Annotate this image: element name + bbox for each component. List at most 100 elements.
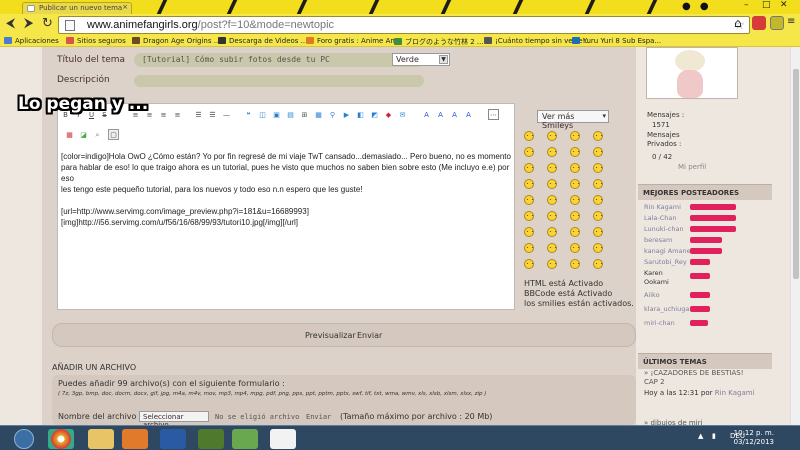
- smiley-icon[interactable]: [524, 179, 534, 189]
- font-size-icon[interactable]: A: [435, 109, 446, 120]
- color-select[interactable]: Verde ▼: [392, 53, 450, 66]
- poster-name[interactable]: Lala-Chan: [644, 214, 677, 222]
- tray-arrow-icon[interactable]: ▲: [698, 432, 703, 440]
- poster-name[interactable]: beresam: [644, 236, 672, 244]
- smiley-icon[interactable]: [547, 163, 557, 173]
- quote-icon[interactable]: ❝: [243, 109, 254, 120]
- reload-icon[interactable]: ↻: [42, 17, 53, 31]
- email-icon[interactable]: ✉: [397, 109, 408, 120]
- table-icon[interactable]: ⊞: [299, 109, 310, 120]
- more-smileys-select[interactable]: Ver más Smileys ▾: [537, 110, 609, 130]
- poster-name[interactable]: Karen Ookami: [644, 269, 684, 287]
- calendar-icon[interactable]: ▦: [64, 129, 75, 140]
- app-icon[interactable]: [270, 429, 296, 449]
- hide-icon[interactable]: ▤: [285, 109, 296, 120]
- menu-icon[interactable]: ≡: [787, 16, 795, 28]
- word-icon[interactable]: [160, 429, 186, 449]
- poster-name[interactable]: Sarutobi_Rey: [644, 258, 687, 266]
- smiley-icon[interactable]: [570, 179, 580, 189]
- code-icon[interactable]: ◫: [257, 109, 268, 120]
- browser-tab[interactable]: Publicar un nuevo tema ×: [22, 2, 132, 14]
- upload-send-button[interactable]: Enviar: [306, 413, 331, 421]
- close-window-icon[interactable]: ✕: [780, 0, 788, 12]
- choose-file-button[interactable]: Seleccionar archivo: [139, 411, 209, 429]
- start-button[interactable]: [14, 429, 34, 449]
- maximize-icon[interactable]: □: [762, 0, 771, 12]
- minimize-icon[interactable]: –: [744, 0, 749, 12]
- poster-name[interactable]: Aiiko: [644, 291, 660, 299]
- smiley-icon[interactable]: [524, 211, 534, 221]
- video-icon[interactable]: ▶: [341, 109, 352, 120]
- smiley-icon[interactable]: [524, 147, 534, 157]
- description-input[interactable]: [134, 75, 424, 87]
- smiley-icon[interactable]: [547, 179, 557, 189]
- smiley-icon[interactable]: [524, 131, 534, 141]
- smiley-icon[interactable]: [547, 195, 557, 205]
- flash-icon[interactable]: ◧: [355, 109, 366, 120]
- chrome-icon[interactable]: [48, 429, 74, 449]
- send-button[interactable]: Enviar: [357, 331, 382, 340]
- minecraft-icon[interactable]: [198, 429, 224, 449]
- title-input[interactable]: [Tutorial] Cómo subir fotos desde tu PC: [134, 53, 424, 67]
- poster-name[interactable]: Rin Kagami: [644, 203, 681, 211]
- smiley-icon[interactable]: [524, 227, 534, 237]
- link-icon[interactable]: ⚲: [327, 109, 338, 120]
- smiley-icon[interactable]: [524, 259, 534, 269]
- bookmark-item[interactable]: Foro gratis : Anime An...: [306, 37, 401, 45]
- smiley-icon[interactable]: [593, 147, 603, 157]
- smiley-icon[interactable]: [547, 243, 557, 253]
- smiley-icon[interactable]: [524, 163, 534, 173]
- search-icon[interactable]: ⌕: [92, 129, 103, 140]
- smiley-icon[interactable]: [570, 147, 580, 157]
- smiley-icon[interactable]: [570, 227, 580, 237]
- forward-arrow-icon[interactable]: ⮞: [24, 17, 33, 31]
- smiley-icon[interactable]: [593, 243, 603, 253]
- bookmark-apps[interactable]: Aplicaciones: [4, 37, 59, 45]
- home-icon[interactable]: ⌂: [734, 16, 742, 30]
- extension-icon[interactable]: [752, 16, 766, 30]
- clock[interactable]: 10:12 p. m. 03/12/2013: [734, 429, 774, 447]
- toggle-mode-icon[interactable]: ▢: [108, 129, 119, 140]
- smiley-icon[interactable]: [570, 211, 580, 221]
- poster-name[interactable]: klara_uchiuga: [644, 305, 689, 313]
- smiley-icon[interactable]: [524, 243, 534, 253]
- smiley-icon[interactable]: [570, 243, 580, 253]
- bookmark-item[interactable]: Dragon Age Origins ...: [132, 37, 220, 45]
- youtube-icon[interactable]: ◆: [383, 109, 394, 120]
- smiley-icon[interactable]: [593, 195, 603, 205]
- smiley-icon[interactable]: [547, 131, 557, 141]
- poster-name[interactable]: miri-chan: [644, 319, 675, 327]
- bookmark-item[interactable]: Descarga de Videos ...: [218, 37, 307, 45]
- smiley-icon[interactable]: [593, 131, 603, 141]
- page-scrollbar[interactable]: [790, 47, 800, 425]
- smiley-icon[interactable]: [593, 259, 603, 269]
- preview-button[interactable]: Previsualizar: [305, 331, 356, 340]
- poster-name[interactable]: kanagi Amane: [644, 247, 691, 255]
- smiley-icon[interactable]: [570, 195, 580, 205]
- more-icon[interactable]: ⋯: [488, 109, 499, 120]
- topic-author[interactable]: Rin Kagami: [715, 389, 755, 397]
- date-icon[interactable]: ◪: [78, 129, 89, 140]
- smiley-icon[interactable]: [524, 195, 534, 205]
- smiley-icon[interactable]: [593, 211, 603, 221]
- message-editor[interactable]: B I U S ≡ ≡ ≡ ≡ ☰ ☰ — ❝ ◫ ▣ ▤ ⊞ ▦ ⚲ ▶ ◧ …: [57, 103, 515, 310]
- folder-icon[interactable]: [88, 429, 114, 449]
- align-justify-icon[interactable]: ≡: [172, 109, 183, 120]
- font-icon[interactable]: A: [421, 109, 432, 120]
- hr-icon[interactable]: —: [221, 109, 232, 120]
- font-color-icon[interactable]: A: [449, 109, 460, 120]
- scrollbar-thumb[interactable]: [793, 69, 799, 279]
- poster-name[interactable]: Lunuki-chan: [644, 225, 684, 233]
- smiley-icon[interactable]: [570, 259, 580, 269]
- latest-topic-link[interactable]: » ¡CAZADORES DE BESTIAS! CAP 2: [644, 369, 754, 387]
- editor-content[interactable]: [color=indigo]Hola OwO ¿Cómo están? Yo p…: [61, 151, 511, 228]
- media-icon[interactable]: ◩: [369, 109, 380, 120]
- image-icon[interactable]: ▦: [313, 109, 324, 120]
- smiley-icon[interactable]: [547, 227, 557, 237]
- address-bar[interactable]: www.animefangirls.org/post?f=10&mode=new…: [58, 16, 750, 34]
- app-icon[interactable]: [232, 429, 258, 449]
- close-icon[interactable]: ×: [122, 3, 128, 11]
- media-player-icon[interactable]: [122, 429, 148, 449]
- my-profile-link[interactable]: Mi perfil: [678, 163, 706, 171]
- align-right-icon[interactable]: ≡: [158, 109, 169, 120]
